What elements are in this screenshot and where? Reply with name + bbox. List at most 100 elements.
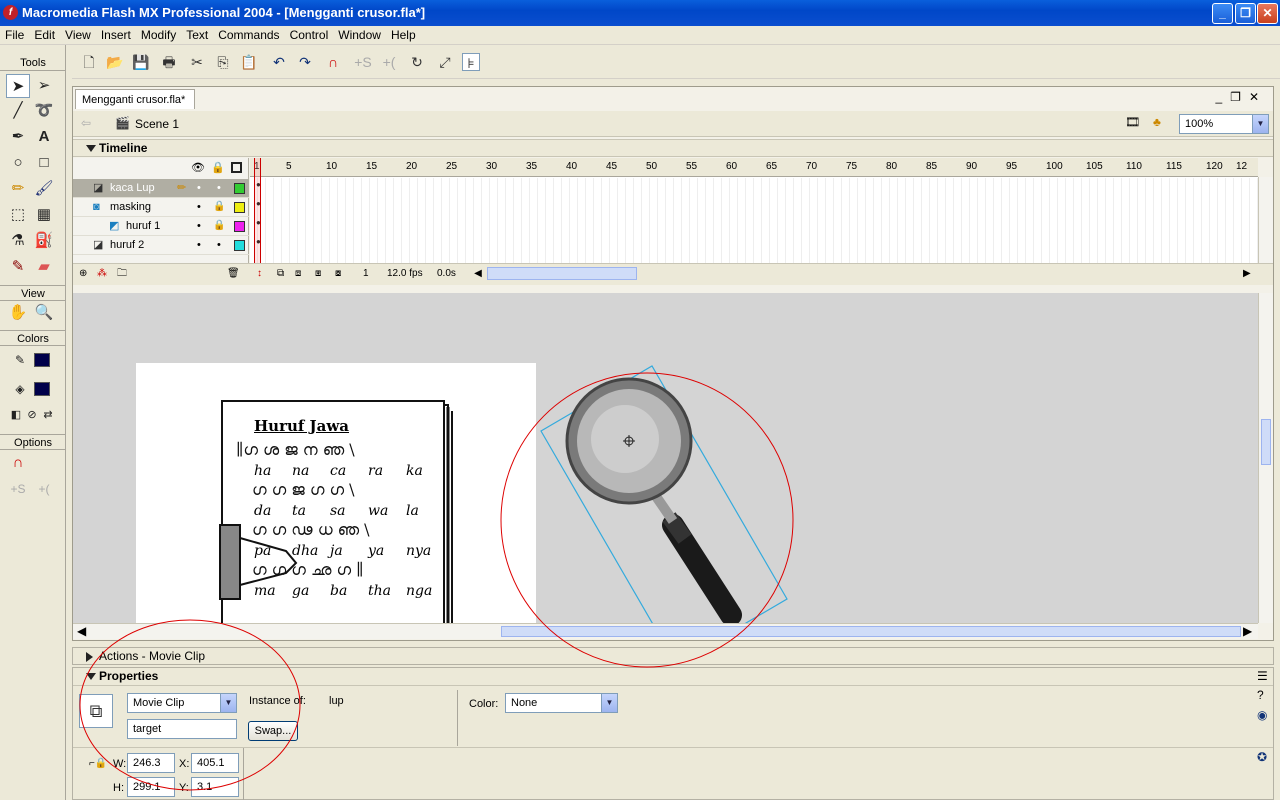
new-file-icon[interactable]: 🗋 — [80, 53, 98, 71]
visible-dot-icon[interactable]: • — [197, 217, 201, 235]
menu-modify[interactable]: Modify — [136, 26, 181, 44]
maximize-button[interactable]: ❐ — [1235, 3, 1256, 24]
timeline-header[interactable]: Timeline — [73, 139, 1273, 157]
modify-onion-markers-icon[interactable]: ⧇ — [335, 264, 341, 284]
zoom-select[interactable]: 100% ▼ — [1179, 114, 1269, 134]
eyedropper-tool-icon[interactable]: ✎ — [6, 255, 30, 279]
menu-file[interactable]: File — [0, 26, 29, 44]
doc-restore-icon[interactable]: ❐ — [1230, 90, 1249, 104]
edit-icon[interactable]: ◉ — [1257, 708, 1267, 722]
scale-icon[interactable]: ⤢ — [436, 53, 454, 71]
brush-tool-icon[interactable]: 🖌 — [32, 177, 56, 201]
add-guide-layer-icon[interactable]: ⁂ — [97, 264, 107, 284]
lock-dot-icon[interactable]: • — [217, 179, 221, 197]
arrow-tool-icon[interactable]: ➤ — [6, 74, 30, 98]
onion-skin-icon[interactable]: ⧉ — [277, 264, 284, 284]
vscroll-thumb[interactable] — [1261, 419, 1271, 465]
outline-icon[interactable] — [231, 162, 242, 173]
symbol-type-select[interactable]: Movie Clip ▼ — [127, 693, 237, 713]
eraser-tool-icon[interactable]: ▰ — [32, 255, 56, 279]
edit-scene-icon[interactable]: 🎞 — [1125, 115, 1140, 129]
delete-layer-icon[interactable]: 🗑 — [227, 264, 240, 284]
paste-icon[interactable]: 📋 — [240, 53, 258, 71]
edit-symbols-icon[interactable]: ♣ — [1153, 115, 1161, 129]
accessibility-icon[interactable]: ✪ — [1257, 750, 1267, 764]
text-tool-icon[interactable]: A — [32, 125, 56, 149]
help-icon[interactable]: ? — [1257, 688, 1264, 702]
oval-tool-icon[interactable]: ○ — [6, 151, 30, 175]
hscroll-thumb[interactable] — [501, 626, 1241, 637]
doc-minimize-icon[interactable]: _ — [1215, 90, 1230, 104]
insert-layer-icon[interactable]: ⊕ — [79, 264, 87, 284]
line-tool-icon[interactable]: ╱ — [6, 99, 30, 123]
stage-area[interactable]: ∥ഗ ശ ജ ന ഞ \ ഗ ഗ ജ ഗ ഗ \ ഗ ഗ ഢ ധ ഞ \ ഗ ഗ… — [73, 293, 1258, 623]
layer-masking[interactable]: ◙ masking • 🔒 — [73, 198, 249, 217]
magnifier-symbol[interactable] — [565, 377, 742, 623]
frame-ruler[interactable]: 1 5 10 15 20 25 30 35 40 45 50 55 60 65 70 75 80 85 90 95 10… — [250, 158, 1258, 177]
height-input[interactable]: 299.1 — [127, 777, 175, 797]
onion-skin-outlines-icon[interactable]: ⧈ — [295, 264, 301, 284]
scroll-left-icon[interactable]: ◀ — [471, 264, 485, 280]
pen-tool-icon[interactable]: ✒ — [6, 125, 30, 149]
undo-icon[interactable]: ↶ — [270, 53, 288, 71]
width-input[interactable]: 246.3 — [127, 753, 175, 773]
scroll-right-icon[interactable]: ▶ — [1243, 264, 1251, 284]
back-arrow-icon[interactable]: ⇦ — [81, 116, 91, 130]
frames-area[interactable]: 1 5 10 15 20 25 30 35 40 45 50 55 60 65 70 75 80 85 90 95 10… — [250, 158, 1258, 263]
rotate-icon[interactable]: ↻ — [408, 53, 426, 71]
redo-icon[interactable]: ↷ — [296, 53, 314, 71]
save-icon[interactable]: 💾 — [132, 53, 150, 71]
x-input[interactable]: 405.1 — [191, 753, 239, 773]
frame-grid[interactable]: ● ● ● ● — [250, 178, 1258, 263]
center-frame-icon[interactable]: ↕ — [257, 264, 262, 284]
snap-magnet-icon[interactable]: ∩ — [6, 451, 30, 475]
scroll-right-icon[interactable]: ▶ — [1243, 624, 1252, 638]
instance-name-input[interactable]: target — [127, 719, 237, 739]
swap-button[interactable]: Swap... — [248, 721, 298, 741]
menu-window[interactable]: Window — [333, 26, 386, 44]
eye-icon[interactable]: 👁 — [191, 161, 205, 174]
stage-horizontal-scrollbar[interactable]: ◀ ▶ — [73, 623, 1258, 639]
layer-color-box[interactable] — [234, 183, 245, 194]
layer-color-box[interactable] — [234, 221, 245, 232]
layer-kaca-lup[interactable]: ◪ kaca Lup ✏ • • — [73, 179, 249, 198]
zoom-tool-icon[interactable]: 🔍 — [32, 301, 56, 325]
lasso-tool-icon[interactable]: ➰ — [32, 99, 56, 123]
snap-icon[interactable]: ∩ — [324, 53, 342, 71]
menu-help[interactable]: Help — [386, 26, 421, 44]
stage-vertical-scrollbar[interactable] — [1258, 293, 1273, 623]
lock-dot-icon[interactable]: • — [217, 236, 221, 254]
layer-color-box[interactable] — [234, 240, 245, 251]
scene-label[interactable]: Scene 1 — [135, 117, 179, 131]
locked-icon[interactable]: 🔒 — [213, 217, 225, 235]
timeline-hscroll-thumb[interactable] — [487, 267, 637, 280]
visible-dot-icon[interactable]: • — [197, 236, 201, 254]
lock-icon[interactable]: 🔒 — [211, 161, 225, 174]
print-icon[interactable]: 🖶 — [160, 53, 178, 71]
hand-tool-icon[interactable]: ✋ — [6, 301, 30, 325]
visible-dot-icon[interactable]: • — [197, 198, 201, 216]
y-input[interactable]: 3.1 — [191, 777, 239, 797]
color-effect-select[interactable]: None ▼ — [505, 693, 618, 713]
playhead[interactable] — [254, 158, 261, 263]
menu-insert[interactable]: Insert — [96, 26, 136, 44]
layer-huruf-1[interactable]: ◩ huruf 1 • 🔒 — [73, 217, 249, 236]
properties-header[interactable]: Properties — [73, 668, 1273, 686]
constrain-lock-icon[interactable]: ⌐🔒 — [89, 758, 107, 769]
pencil-tool-icon[interactable]: ✏ — [6, 177, 30, 201]
layer-huruf-2[interactable]: ◪ huruf 2 • • — [73, 236, 249, 255]
menu-edit[interactable]: Edit — [29, 26, 60, 44]
swap-colors-icon[interactable]: ⇄ — [36, 403, 60, 427]
cut-icon[interactable]: ✂ — [188, 53, 206, 71]
ink-bottle-tool-icon[interactable]: ⚗ — [6, 229, 30, 253]
edit-multiple-frames-icon[interactable]: ⧆ — [315, 264, 321, 284]
locked-icon[interactable]: 🔒 — [213, 198, 225, 216]
align-icon[interactable]: ⊧ — [462, 53, 480, 71]
doc-close-icon[interactable]: ✕ — [1249, 90, 1267, 104]
subselect-tool-icon[interactable]: ➢ — [32, 74, 56, 98]
document-tab[interactable]: Mengganti crusor.fla* — [75, 89, 195, 109]
fill-transform-tool-icon[interactable]: ▦ — [32, 203, 56, 227]
fill-color-swatch[interactable] — [34, 382, 50, 396]
actions-panel-header[interactable]: Actions - Movie Clip — [72, 647, 1274, 665]
menu-view[interactable]: View — [60, 26, 96, 44]
